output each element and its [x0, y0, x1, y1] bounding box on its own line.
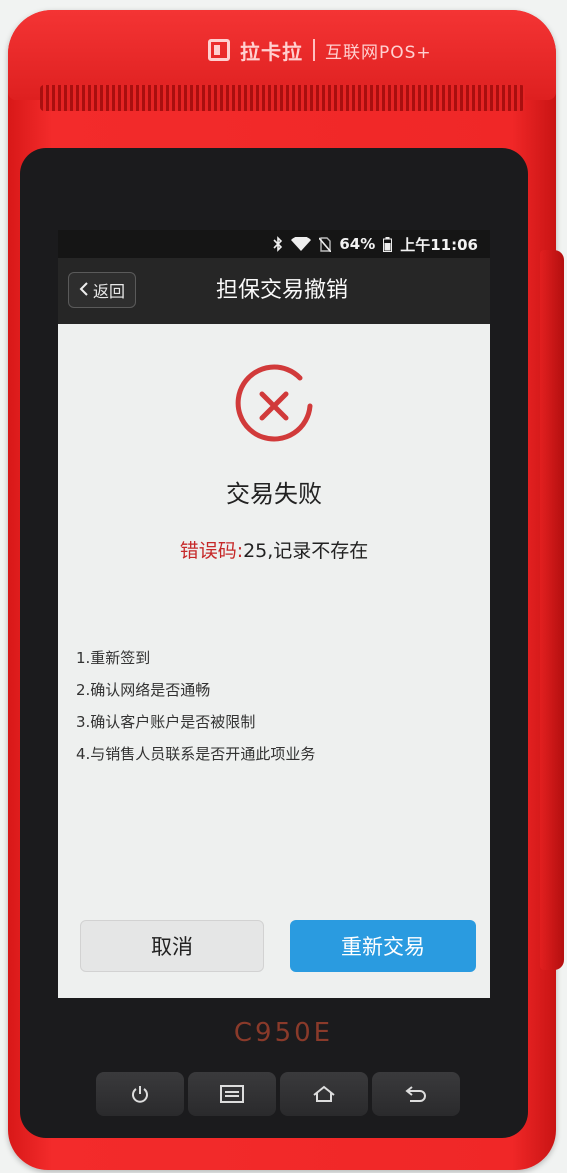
status-bar: 64% 上午11:06 — [58, 230, 490, 258]
fail-circle-x-icon — [235, 364, 313, 442]
title-bar: 返回 担保交易撤销 — [58, 258, 490, 324]
tip-item: 1.重新签到 — [76, 649, 151, 667]
cancel-button[interactable]: 取消 — [80, 920, 264, 972]
tip-item: 2.确认网络是否通畅 — [76, 681, 211, 699]
menu-icon — [220, 1085, 244, 1103]
home-icon — [313, 1085, 335, 1102]
menu-key[interactable] — [188, 1072, 276, 1116]
receipt-paper-slot — [40, 85, 525, 111]
back-key[interactable] — [372, 1072, 460, 1116]
brand-name: 拉卡拉 — [240, 39, 303, 64]
clock: 上午11:06 — [400, 235, 478, 254]
tip-item: 3.确认客户账户是否被限制 — [76, 713, 256, 731]
brand-mark-icon — [208, 39, 230, 61]
tip-item: 4.与销售人员联系是否开通此项业务 — [76, 745, 316, 763]
result-title: 交易失败 — [226, 480, 322, 508]
back-icon — [405, 1086, 426, 1102]
no-sim-icon — [319, 236, 332, 252]
page-title: 担保交易撤销 — [215, 278, 348, 303]
error-message: 错误码:25,记录不存在 — [58, 536, 490, 563]
side-button[interactable] — [540, 250, 564, 970]
retry-transaction-button[interactable]: 重新交易 — [290, 920, 476, 972]
wifi-icon — [291, 236, 312, 252]
power-icon — [132, 1086, 148, 1103]
brand-divider — [313, 39, 315, 61]
brand-logo: 拉卡拉 互联网POS+ — [208, 36, 498, 64]
result-panel: 交易失败 错误码:25,记录不存在 1.重新签到 2.确认网络是否通畅 3.确认… — [58, 324, 490, 998]
tips-list: 1.重新签到 2.确认网络是否通畅 3.确认客户账户是否被限制 4.与销售人员联… — [76, 642, 315, 770]
error-code-label: 错误码: — [179, 540, 244, 562]
power-key[interactable] — [96, 1072, 184, 1116]
bluetooth-icon — [273, 236, 283, 252]
brand-tagline: 互联网POS+ — [325, 42, 432, 63]
battery-icon — [383, 236, 393, 252]
hardware-nav-keys — [96, 1072, 460, 1116]
model-label: C950E — [233, 1018, 334, 1048]
error-code-value: 25,记录不存在 — [243, 540, 369, 562]
battery-percent: 64% — [339, 235, 376, 253]
home-key[interactable] — [280, 1072, 368, 1116]
screen: 64% 上午11:06 返回 担保交易撤销 交易失败 错误码:25,记录不存在 … — [58, 230, 490, 998]
